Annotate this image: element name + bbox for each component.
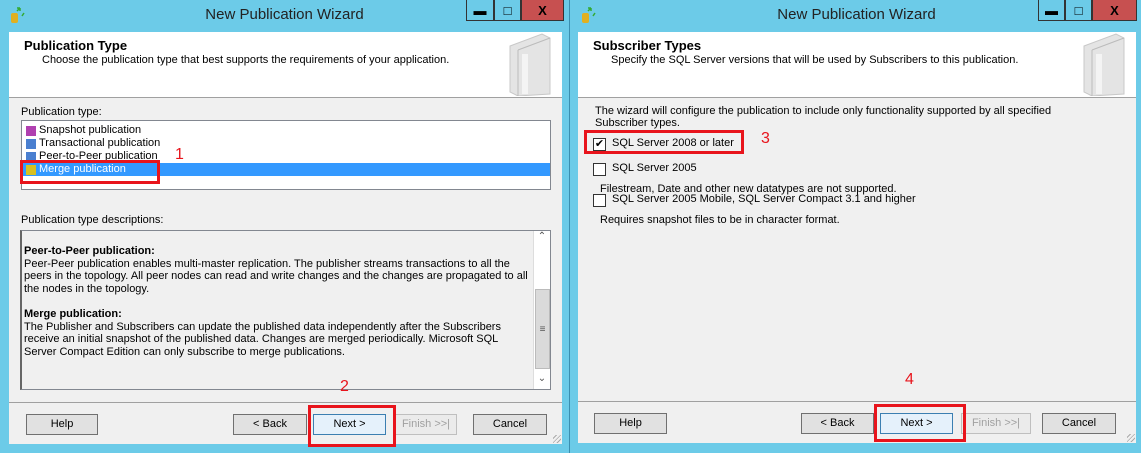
right-wizard-window: New Publication Wizard ▬ □ X Subscriber … bbox=[572, 0, 1141, 453]
list-item-label: Snapshot publication bbox=[39, 124, 142, 136]
scroll-up-icon[interactable]: ⌃ bbox=[534, 231, 550, 247]
resize-grip[interactable] bbox=[1127, 434, 1135, 442]
maximize-button[interactable]: □ bbox=[1065, 0, 1092, 21]
option-note: Requires snapshot files to be in charact… bbox=[600, 214, 840, 226]
wizard-book-icon bbox=[1083, 33, 1125, 96]
vertical-scrollbar[interactable]: ⌃ ≡ ⌄ bbox=[533, 231, 550, 389]
close-button[interactable]: X bbox=[1092, 0, 1137, 21]
left-wizard-window: New Publication Wizard ▬ □ X Publication… bbox=[0, 0, 570, 453]
transactional-icon bbox=[26, 138, 36, 149]
close-button[interactable]: X bbox=[521, 0, 564, 21]
minimize-button[interactable]: ▬ bbox=[1038, 0, 1065, 21]
annotation-box-merge bbox=[20, 160, 160, 184]
minimize-button[interactable]: ▬ bbox=[466, 0, 494, 21]
wizard-book-icon bbox=[509, 33, 551, 96]
scroll-down-icon[interactable]: ⌄ bbox=[534, 373, 550, 389]
resize-grip[interactable] bbox=[553, 435, 561, 443]
checkbox-sql-compact[interactable] bbox=[593, 194, 606, 207]
descriptions-text: Peer-to-Peer publication: Peer-Peer publ… bbox=[24, 245, 530, 358]
annotation-number: 1 bbox=[175, 146, 184, 163]
description-body: The Publisher and Subscribers can update… bbox=[24, 320, 501, 358]
wizard-header: Publication Type Choose the publication … bbox=[9, 32, 562, 98]
list-item-label: Transactional publication bbox=[39, 137, 161, 149]
snapshot-icon bbox=[26, 125, 36, 136]
cancel-button[interactable]: Cancel bbox=[1042, 413, 1116, 434]
annotation-number: 2 bbox=[340, 378, 349, 395]
description-body: Peer-Peer publication enables multi-mast… bbox=[24, 257, 528, 295]
wizard-content: Publication Type Choose the publication … bbox=[9, 32, 562, 444]
annotation-box-next bbox=[874, 404, 966, 442]
description-heading: Merge publication: bbox=[24, 308, 122, 320]
annotation-box-next bbox=[308, 405, 396, 447]
back-button[interactable]: < Back bbox=[233, 414, 307, 435]
option-label[interactable]: SQL Server 2005 bbox=[612, 162, 697, 174]
help-button[interactable]: Help bbox=[26, 414, 98, 435]
description-heading: Peer-to-Peer publication: bbox=[24, 245, 155, 257]
maximize-button[interactable]: □ bbox=[494, 0, 521, 21]
wizard-header: Subscriber Types Specify the SQL Server … bbox=[578, 32, 1136, 98]
wizard-content: Subscriber Types Specify the SQL Server … bbox=[578, 32, 1136, 443]
descriptions-label: Publication type descriptions: bbox=[21, 214, 164, 226]
publication-type-label: Publication type: bbox=[21, 106, 102, 118]
footer-divider bbox=[9, 402, 562, 403]
help-button[interactable]: Help bbox=[594, 413, 667, 434]
page-title: Publication Type bbox=[24, 38, 128, 53]
annotation-number: 3 bbox=[761, 130, 770, 147]
scrollbar-thumb[interactable]: ≡ bbox=[535, 289, 550, 369]
finish-button: Finish >>| bbox=[961, 413, 1031, 434]
back-button[interactable]: < Back bbox=[801, 413, 874, 434]
list-item-snapshot[interactable]: Snapshot publication bbox=[22, 124, 550, 137]
annotation-box-sql2008 bbox=[584, 130, 744, 154]
page-subtitle: Specify the SQL Server versions that wil… bbox=[611, 54, 1019, 66]
option-label[interactable]: SQL Server 2005 Mobile, SQL Server Compa… bbox=[612, 193, 916, 205]
annotation-number: 4 bbox=[905, 371, 914, 388]
descriptions-box[interactable]: Peer-to-Peer publication: Peer-Peer publ… bbox=[20, 230, 551, 390]
list-item-transactional[interactable]: Transactional publication bbox=[22, 137, 550, 150]
checkbox-sql-2005[interactable] bbox=[593, 163, 606, 176]
footer-divider bbox=[578, 401, 1136, 402]
cancel-button[interactable]: Cancel bbox=[473, 414, 547, 435]
finish-button: Finish >>| bbox=[395, 414, 457, 435]
page-subtitle: Choose the publication type that best su… bbox=[42, 54, 450, 66]
intro-text: The wizard will configure the publicatio… bbox=[595, 105, 1052, 129]
page-title: Subscriber Types bbox=[593, 38, 702, 53]
